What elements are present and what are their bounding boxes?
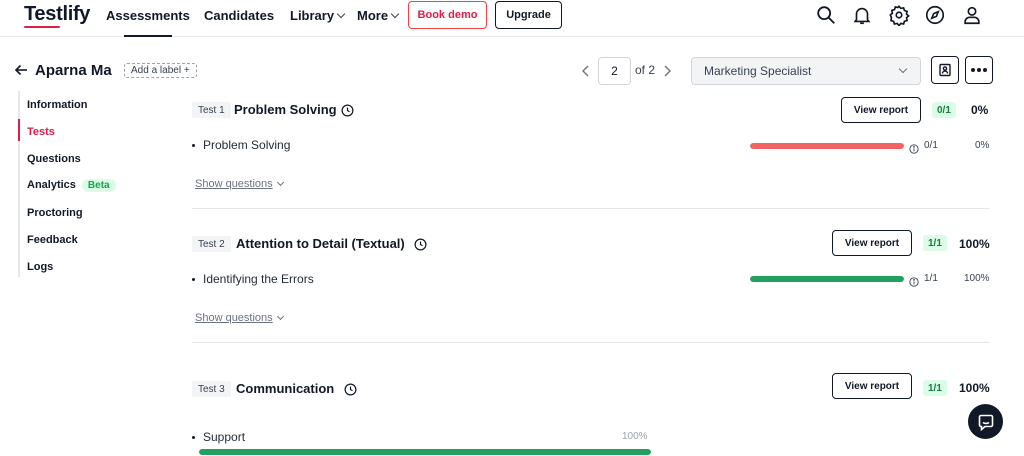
test-tag: Test 1 bbox=[192, 102, 231, 118]
score-badge: 1/1 bbox=[923, 380, 947, 396]
divider bbox=[192, 208, 990, 209]
test-title: Problem Solving bbox=[234, 102, 337, 117]
chevron-down-icon bbox=[276, 312, 284, 321]
contact-card-icon bbox=[939, 63, 951, 77]
skill-name: Support bbox=[203, 430, 246, 444]
logo-underline bbox=[24, 26, 60, 28]
score-badge: 0/1 bbox=[932, 102, 956, 118]
page-input[interactable]: 2 bbox=[598, 57, 631, 85]
show-questions-label: Show questions bbox=[195, 178, 273, 190]
role-select[interactable]: Marketing Specialist bbox=[691, 57, 921, 85]
test-tag: Test 2 bbox=[192, 236, 231, 252]
page-total: of 2 bbox=[635, 63, 656, 77]
chevron-down-icon bbox=[276, 178, 284, 187]
clock-icon bbox=[414, 238, 427, 251]
back-arrow-icon[interactable] bbox=[14, 63, 28, 77]
contact-card-button[interactable] bbox=[931, 56, 959, 84]
sidebar-item-questions[interactable]: Questions bbox=[27, 153, 81, 165]
clock-icon bbox=[344, 383, 357, 396]
add-label-button[interactable]: Add a label + bbox=[124, 63, 197, 78]
candidate-name: Aparna Ma bbox=[35, 62, 112, 79]
skill-name: Problem Solving bbox=[203, 138, 291, 152]
bullet bbox=[192, 144, 195, 147]
more-options-button[interactable] bbox=[965, 56, 993, 84]
search-icon[interactable] bbox=[815, 4, 837, 26]
clock-icon bbox=[341, 104, 354, 117]
nav-candidates[interactable]: Candidates bbox=[204, 8, 274, 23]
sidebar-item-proctoring[interactable]: Proctoring bbox=[27, 207, 83, 219]
bell-icon[interactable] bbox=[851, 4, 873, 26]
sidebar-active-indicator bbox=[18, 119, 20, 141]
logo[interactable]: Testlify bbox=[24, 3, 90, 26]
more-dots-icon bbox=[971, 68, 987, 72]
divider bbox=[192, 342, 990, 343]
chevron-right-icon[interactable] bbox=[661, 64, 673, 78]
show-questions-label: Show questions bbox=[195, 312, 273, 324]
test-percent: 0% bbox=[971, 103, 989, 117]
nav-more-label: More bbox=[357, 8, 389, 23]
chevron-down-icon bbox=[390, 9, 400, 19]
role-select-value: Marketing Specialist bbox=[704, 64, 812, 78]
info-icon[interactable] bbox=[909, 274, 919, 287]
top-navbar: Testlify Assessments Candidates Library … bbox=[0, 0, 1024, 37]
skill-percent: 100% bbox=[622, 431, 648, 442]
chevron-down-icon bbox=[898, 64, 908, 74]
sidebar-item-analytics[interactable]: Analytics Beta bbox=[27, 179, 116, 192]
skill-name: Identifying the Errors bbox=[203, 272, 314, 286]
sidebar-item-analytics-label: Analytics bbox=[27, 179, 76, 191]
test-percent: 100% bbox=[959, 381, 990, 395]
beta-badge: Beta bbox=[81, 179, 116, 192]
skill-score: 0/1 bbox=[924, 140, 938, 151]
nav-more[interactable]: More bbox=[357, 8, 400, 23]
sidebar-item-feedback[interactable]: Feedback bbox=[27, 234, 78, 246]
sidebar: Information Tests Questions Analytics Bet… bbox=[18, 91, 168, 277]
view-report-button[interactable]: View report bbox=[841, 97, 921, 123]
skill-progress-fill bbox=[199, 449, 651, 455]
skill-score: 1/1 bbox=[924, 273, 938, 284]
sidebar-item-tests[interactable]: Tests bbox=[27, 126, 55, 138]
score-badge: 1/1 bbox=[923, 235, 947, 251]
view-report-button[interactable]: View report bbox=[832, 230, 912, 256]
nav-assessments[interactable]: Assessments bbox=[106, 8, 190, 37]
skill-progress-bar bbox=[750, 276, 904, 282]
sidebar-item-information[interactable]: Information bbox=[27, 99, 88, 111]
skill-percent: 0% bbox=[975, 140, 990, 151]
sidebar-item-logs[interactable]: Logs bbox=[27, 261, 53, 273]
test-title: Attention to Detail (Textual) bbox=[236, 236, 405, 251]
upgrade-button[interactable]: Upgrade bbox=[495, 1, 562, 29]
info-icon[interactable] bbox=[909, 141, 919, 154]
nav-library-label: Library bbox=[290, 8, 335, 23]
skill-progress-bar bbox=[199, 449, 651, 455]
bullet bbox=[192, 278, 195, 281]
chevron-left-icon[interactable] bbox=[580, 64, 592, 78]
user-icon[interactable] bbox=[961, 4, 983, 26]
chat-support-button[interactable] bbox=[968, 404, 1003, 439]
skill-progress-bar bbox=[750, 143, 904, 149]
view-report-button[interactable]: View report bbox=[832, 373, 912, 399]
gear-icon[interactable] bbox=[888, 4, 910, 27]
chat-icon bbox=[978, 414, 993, 431]
bullet bbox=[192, 436, 195, 439]
show-questions-link[interactable]: Show questions bbox=[195, 312, 284, 324]
book-demo-button[interactable]: Book demo bbox=[408, 1, 487, 29]
test-title: Communication bbox=[236, 381, 335, 396]
skill-progress-fill bbox=[750, 143, 904, 149]
test-tag: Test 3 bbox=[192, 381, 231, 397]
show-questions-link[interactable]: Show questions bbox=[195, 178, 284, 190]
test-percent: 100% bbox=[959, 237, 990, 251]
skill-progress-fill bbox=[750, 276, 904, 282]
skill-percent: 100% bbox=[964, 273, 990, 284]
compass-icon[interactable] bbox=[924, 4, 946, 26]
nav-library[interactable]: Library bbox=[290, 8, 346, 23]
chevron-down-icon bbox=[336, 9, 346, 19]
